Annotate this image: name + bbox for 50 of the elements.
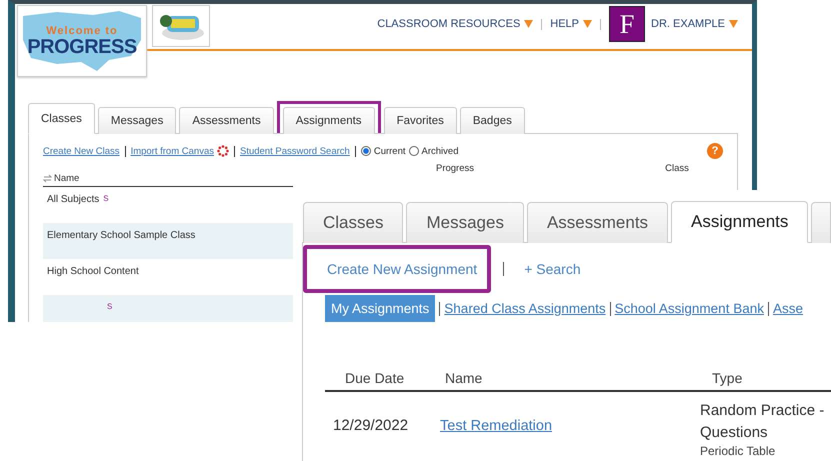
class-name: High School Content bbox=[47, 266, 139, 277]
column-header: Due Date bbox=[345, 370, 406, 386]
action-link[interactable]: + Search bbox=[516, 245, 595, 293]
sort-icon bbox=[43, 174, 52, 183]
nav-menu[interactable]: CLASSROOM RESOURCES bbox=[377, 18, 534, 30]
column-header: Name bbox=[445, 370, 484, 386]
nav-menu[interactable]: HELP bbox=[550, 18, 592, 30]
tab[interactable]: Assignments bbox=[282, 107, 375, 134]
user-avatar[interactable]: F bbox=[609, 6, 646, 42]
canvas-logo-icon bbox=[216, 145, 229, 157]
assignment-link[interactable]: Test Remediation bbox=[440, 418, 552, 434]
column-header: Class bbox=[664, 163, 690, 176]
class-row[interactable]: S bbox=[43, 295, 293, 322]
tab[interactable]: Favorites bbox=[384, 107, 457, 134]
radio-button[interactable] bbox=[360, 146, 371, 156]
column-header: Progress bbox=[434, 163, 475, 176]
subject-label: S bbox=[107, 302, 112, 311]
class-row[interactable]: Elementary School Sample Class bbox=[43, 223, 293, 259]
radio-label: Archived bbox=[422, 146, 458, 156]
assignment-subject: Periodic Table bbox=[700, 444, 776, 458]
tab[interactable]: Classes bbox=[28, 103, 95, 134]
tab[interactable]: Badges bbox=[460, 107, 525, 134]
subtab-link[interactable]: My Assignments bbox=[325, 295, 436, 322]
link[interactable]: Create New Class bbox=[43, 146, 120, 156]
dropdown-caret-icon bbox=[524, 20, 534, 28]
user-menu[interactable]: DR. EXAMPLE bbox=[651, 18, 738, 30]
radio-button[interactable] bbox=[408, 146, 419, 156]
link[interactable]: Student Password Search bbox=[240, 146, 350, 156]
assignment-type: Random Practice - Questions bbox=[700, 401, 826, 443]
progress-logo: Welcome to PROGRESS bbox=[17, 5, 147, 77]
column-header: Type bbox=[712, 370, 744, 386]
subtab-link[interactable]: Shared Class Assignments bbox=[444, 295, 606, 322]
tab[interactable]: Messages bbox=[98, 107, 176, 134]
dropdown-caret-icon bbox=[729, 20, 738, 28]
column-header: Name bbox=[54, 173, 80, 184]
due-date: 12/29/2022 bbox=[333, 416, 410, 434]
class-name: All Subjects bbox=[47, 194, 100, 205]
dropdown-caret-icon bbox=[583, 20, 592, 28]
tab[interactable]: Assessments bbox=[526, 202, 668, 243]
tab[interactable]: Messages bbox=[406, 202, 524, 243]
radio-label: Current bbox=[374, 146, 406, 156]
subject-label: S bbox=[103, 194, 109, 203]
tab[interactable]: Classes bbox=[303, 202, 404, 243]
action-link[interactable]: Create New Assignment bbox=[303, 245, 492, 293]
class-name: Elementary School Sample Class bbox=[47, 230, 196, 241]
link[interactable]: Import from Canvas bbox=[130, 146, 214, 156]
tab[interactable]: Assessments bbox=[179, 107, 274, 134]
tab[interactable]: Assignments bbox=[671, 201, 808, 243]
subtab-link[interactable]: School Assignment Bank bbox=[614, 295, 764, 322]
subtab-link[interactable]: Asse bbox=[772, 295, 803, 322]
